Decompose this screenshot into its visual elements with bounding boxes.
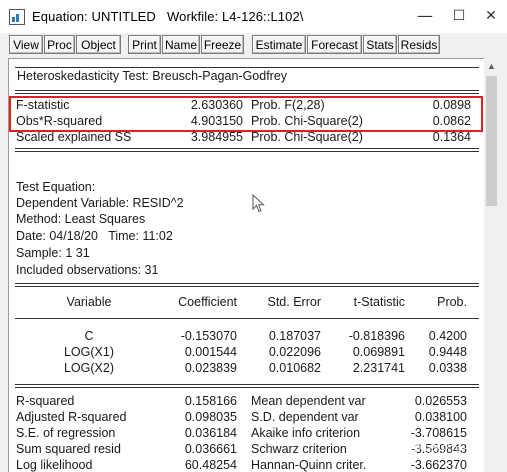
scroll-up-arrow-icon[interactable]: ▲	[484, 58, 499, 74]
divider	[15, 387, 479, 388]
t-statistic-cell: -0.818396	[348, 329, 405, 343]
t-statistic-cell: 0.069891	[352, 345, 405, 359]
equation-info-line: Test Equation:	[16, 180, 96, 194]
stat-label: R-squared	[16, 394, 75, 408]
divider	[15, 384, 479, 385]
divider	[15, 283, 479, 284]
equation-info-line: Date: 04/18/20 Time: 11:02	[16, 229, 173, 243]
stat-value: -3.662370	[410, 458, 467, 472]
stat-value: 0.158166	[184, 394, 237, 408]
object-button[interactable]: Object	[76, 35, 121, 54]
window-title: Equation: UNTITLED Workfile: L4-126::L10…	[32, 9, 304, 24]
column-header: Prob.	[437, 295, 467, 309]
equation-info-line: Sample: 1 31	[16, 246, 90, 260]
coefficient-cell: -0.153070	[180, 329, 237, 343]
divider	[15, 67, 479, 68]
freeze-button[interactable]: Freeze	[201, 35, 244, 54]
std-error-cell: 0.010682	[268, 361, 321, 375]
maximize-button[interactable]: ☐	[446, 4, 472, 28]
variable-cell: LOG(X2)	[63, 361, 114, 375]
stat-label: S.E. of regression	[16, 426, 116, 440]
stat-value: 60.48254	[184, 458, 237, 472]
minimize-button[interactable]: —	[412, 4, 438, 28]
print-button[interactable]: Print	[128, 35, 161, 54]
stat-label: Mean dependent var	[251, 394, 366, 408]
divider	[15, 90, 479, 91]
stat-value: 0.036661	[184, 442, 237, 456]
equation-info-line: Dependent Variable: RESID^2	[16, 196, 184, 210]
divider	[15, 151, 479, 152]
prob-cell: 0.4200	[428, 329, 467, 343]
watermark: 知乎 @不爱吃肉的豆豆	[346, 443, 481, 458]
prob-cell: 0.9448	[428, 345, 467, 359]
equation-toolbar: View Proc Object Print Name Freeze Estim…	[0, 33, 507, 57]
coefficient-cell: 0.001544	[184, 345, 237, 359]
divider	[15, 148, 479, 149]
equation-info-line: Included observations: 31	[16, 263, 159, 277]
view-button[interactable]: View	[9, 35, 43, 54]
column-header: Std. Error	[267, 295, 322, 309]
coefficient-cell: 0.023839	[184, 361, 237, 375]
std-error-cell: 0.022096	[268, 345, 321, 359]
column-header: Coefficient	[178, 295, 237, 309]
divider	[15, 286, 479, 287]
std-error-cell: 0.187037	[268, 329, 321, 343]
forecast-button[interactable]: Forecast	[307, 35, 362, 54]
equation-window-icon	[9, 9, 25, 25]
stat-value: 0.038100	[414, 410, 467, 424]
column-header: Variable	[66, 295, 112, 309]
stat-value: 0.026553	[414, 394, 467, 408]
stat-label: Scaled explained SS	[16, 130, 132, 144]
column-header: t-Statistic	[353, 295, 405, 309]
t-statistic-cell: 2.231741	[352, 361, 405, 375]
divider	[15, 93, 479, 94]
stat-label: S.D. dependent var	[251, 410, 359, 424]
stat-label: Log likelihood	[16, 458, 93, 472]
prob-cell: 0.0338	[428, 361, 467, 375]
divider	[15, 318, 479, 319]
stat-value: 0.036184	[184, 426, 237, 440]
estimate-button[interactable]: Estimate	[252, 35, 306, 54]
resids-button[interactable]: Resids	[398, 35, 440, 54]
stat-value: 3.984955	[190, 130, 243, 144]
prob-label: Prob. Chi-Square(2)	[251, 130, 363, 144]
test-title: Heteroskedasticity Test: Breusch-Pagan-G…	[17, 69, 288, 83]
highlight-box	[9, 96, 483, 132]
stat-label: Adjusted R-squared	[16, 410, 127, 424]
stat-label: Schwarz criterion	[251, 442, 347, 456]
proc-button[interactable]: Proc	[44, 35, 75, 54]
variable-cell: LOG(X1)	[63, 345, 114, 359]
close-button[interactable]: ✕	[478, 4, 504, 28]
name-button[interactable]: Name	[162, 35, 200, 54]
stat-label: Hannan-Quinn criter.	[251, 458, 367, 472]
stat-label: Sum squared resid	[16, 442, 121, 456]
mouse-cursor-icon	[252, 194, 265, 213]
title-bar: Equation: UNTITLED Workfile: L4-126::L10…	[0, 0, 507, 34]
vertical-scrollbar[interactable]: ▲	[484, 58, 499, 471]
variable-cell: C	[84, 329, 94, 343]
stat-value: 0.098035	[184, 410, 237, 424]
stat-label: Akaike info criterion	[251, 426, 361, 440]
stats-button[interactable]: Stats	[363, 35, 397, 54]
prob-value: 0.1364	[432, 130, 471, 144]
scrollbar-thumb[interactable]	[486, 76, 497, 206]
equation-info-line: Method: Least Squares	[16, 212, 146, 226]
